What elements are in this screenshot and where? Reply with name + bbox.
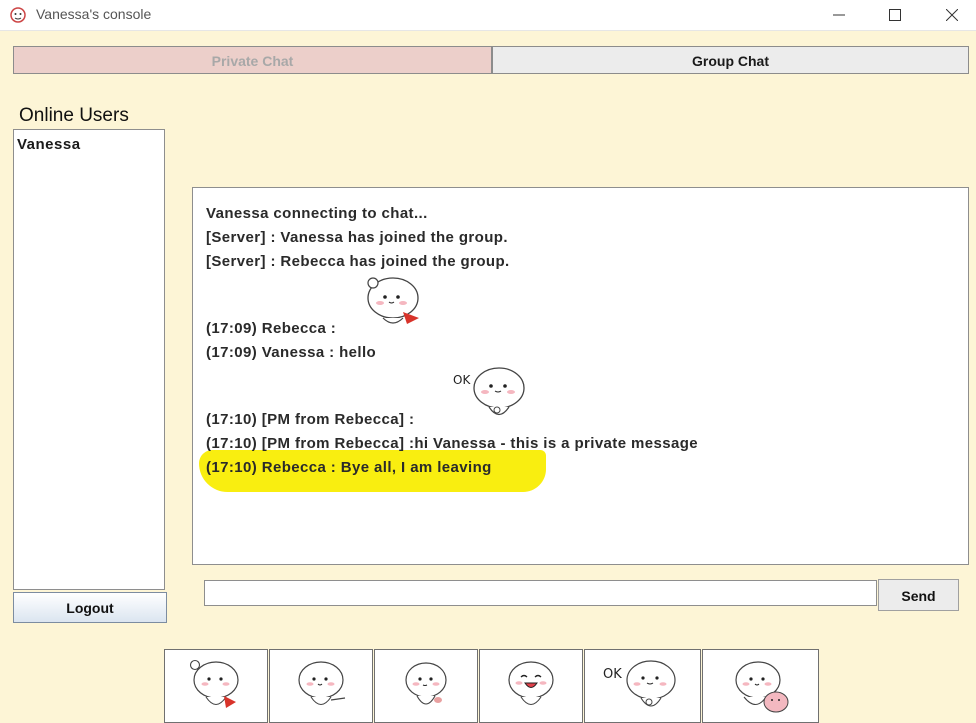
laughing-sticker	[508, 661, 554, 706]
maximize-icon	[889, 9, 901, 21]
chat-line: (17:10) [PM from Rebecca] :hi Vanessa - …	[206, 435, 699, 452]
sticker-button-shy[interactable]	[374, 649, 478, 723]
tab-group-chat[interactable]: Group Chat	[492, 46, 969, 74]
hug-sticker	[734, 661, 788, 713]
chat-line: [Server] : Rebecca has joined the group.	[206, 253, 510, 270]
chat-history: Vanessa connecting to chat... [Server] :…	[192, 187, 969, 565]
sticker-button-hug[interactable]	[702, 649, 819, 723]
ok-sticker-text: OK	[453, 373, 471, 387]
tab-private-chat[interactable]: Private Chat	[13, 46, 492, 74]
app-icon	[10, 7, 26, 23]
send-button[interactable]: Send	[878, 579, 959, 611]
ok-sticker-text: OK	[603, 667, 622, 682]
sticker-button-pointing[interactable]	[269, 649, 373, 723]
shy-sticker	[405, 662, 447, 705]
message-input[interactable]	[204, 580, 877, 606]
waving-sticker	[189, 659, 239, 708]
sticker-button-waving[interactable]	[164, 649, 268, 723]
waving-sticker	[367, 277, 419, 324]
sticker-bar: OK	[164, 649, 820, 723]
ok-sticker: OK	[453, 367, 525, 416]
chat-line: (17:09) Vanessa : hello	[206, 344, 377, 361]
ok-sticker: OK	[603, 660, 676, 707]
user-list-item[interactable]: Vanessa	[14, 130, 164, 159]
title-bar: Vanessa's console	[0, 0, 976, 31]
online-users-title: Online Users	[19, 105, 129, 126]
close-button[interactable]	[929, 0, 975, 30]
sticker-button-ok[interactable]: OK	[584, 649, 701, 723]
window-title: Vanessa's console	[36, 6, 152, 22]
minimize-icon	[833, 14, 845, 16]
pointing-sticker	[298, 661, 346, 706]
maximize-button[interactable]	[872, 0, 918, 30]
close-icon	[946, 9, 958, 21]
chat-line: [Server] : Vanessa has joined the group.	[206, 229, 508, 246]
minimize-button[interactable]	[816, 0, 862, 30]
chat-line: (17:09) Rebecca :	[206, 320, 337, 337]
sticker-button-laughing[interactable]	[479, 649, 583, 723]
chat-line: (17:10) Rebecca : Bye all, I am leaving	[206, 459, 492, 476]
chat-line: Vanessa connecting to chat...	[206, 205, 428, 222]
online-users-list: Vanessa	[13, 129, 165, 590]
chat-line: (17:10) [PM from Rebecca] :	[206, 411, 415, 428]
logout-button[interactable]: Logout	[13, 592, 167, 623]
